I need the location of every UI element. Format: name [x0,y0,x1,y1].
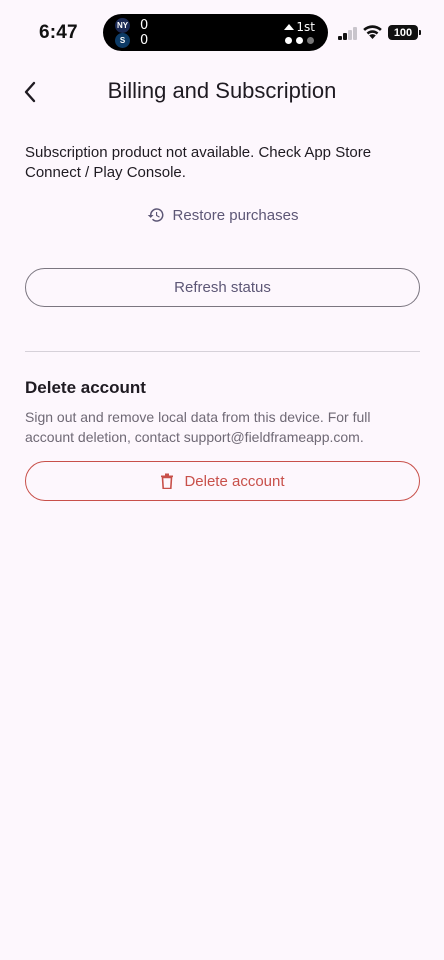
cellular-signal-icon [338,27,359,40]
restore-purchases-button[interactable]: Restore purchases [130,200,315,230]
delete-account-description: Sign out and remove local data from this… [25,409,371,445]
page-title: Billing and Subscription [107,78,337,103]
screen: 6:47 NY S 0 0 1st 100 Billing and Subscr… [0,0,444,960]
inning-label: 1st [296,20,315,34]
team1-logo-icon: NY [115,18,130,33]
status-time: 6:47 [39,22,78,43]
delete-account-label: Delete account [184,472,285,490]
battery-indicator: 100 [388,25,421,40]
bases-indicator [285,37,314,44]
refresh-status-label: Refresh status [174,279,271,296]
trash-icon [161,473,174,489]
team1-score: 0 [140,18,149,33]
delete-account-heading: Delete account [25,378,146,397]
live-activity-scoreboard[interactable]: NY S 0 0 1st [103,14,328,51]
section-divider [25,351,420,352]
delete-account-button[interactable]: Delete account [25,461,420,501]
app-bar: Billing and Subscription [0,64,444,120]
base-dot [296,37,303,44]
base-dot [307,37,314,44]
restore-purchases-label: Restore purchases [172,206,299,224]
status-bar: 6:47 NY S 0 0 1st 100 [0,0,444,64]
team2-logo-icon: S [115,33,130,48]
refresh-status-button[interactable]: Refresh status [25,268,420,307]
wifi-icon [363,25,382,39]
team2-score: 0 [140,33,149,48]
history-icon [147,208,164,222]
inning-indicator: 1st [284,20,315,34]
base-dot [285,37,292,44]
subscription-status-message: Subscription product not available. Chec… [25,144,372,181]
top-inning-arrow-icon [284,24,295,30]
